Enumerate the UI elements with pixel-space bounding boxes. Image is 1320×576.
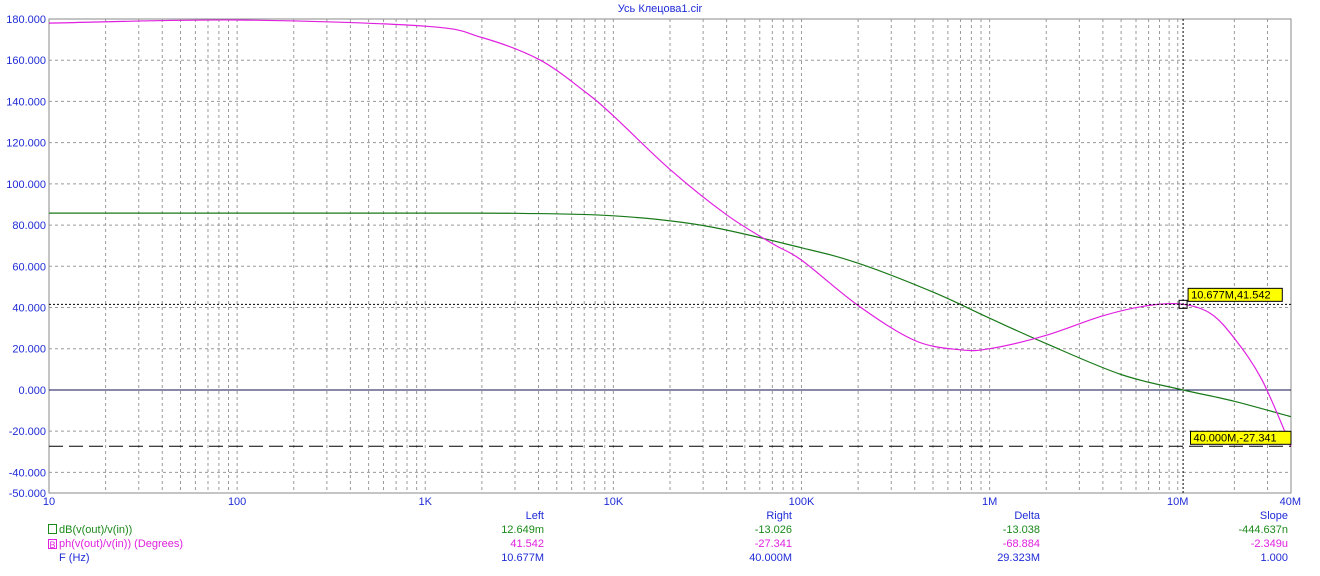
right-cursor-label: 40.000M,-27.341	[1194, 432, 1277, 444]
x-tick-label: 100	[228, 496, 246, 508]
freq-left-value: 10.677M	[501, 552, 544, 564]
y-tick-label: -20.000	[9, 426, 46, 438]
phase-delta-value: -68.884	[1002, 538, 1040, 550]
db-delta-value: -13.038	[1002, 524, 1040, 536]
y-tick-label: 80.000	[12, 220, 46, 232]
left-cursor-label: 10.677M,41.542	[1191, 289, 1271, 301]
y-tick-label: 140.000	[6, 96, 46, 108]
series-db-label: dB(v(out)/v(in))	[59, 524, 133, 536]
x-tick-label: 1M	[982, 496, 997, 508]
series-db-legend[interactable]: dB(v(out)/v(in))	[48, 524, 132, 536]
y-tick-label: 100.000	[6, 179, 46, 191]
window-title: Усь Клецова1.cir	[617, 3, 703, 15]
series-db-marker	[48, 524, 57, 534]
phase-slope-value: -2.349u	[1250, 538, 1288, 550]
freq-slope-value: 1.000	[1260, 552, 1288, 564]
db-slope-value: -444.637n	[1238, 524, 1288, 536]
series-phase-legend[interactable]: Bph(v(out)/v(in)) (Degrees)	[48, 538, 183, 550]
db-left-value: 12.649m	[501, 524, 544, 536]
x-variable-label: F (Hz)	[59, 552, 90, 564]
y-tick-label: 180.000	[6, 14, 46, 26]
y-tick-label: 0.000	[18, 385, 46, 397]
x-tick-label: 40M	[1280, 496, 1301, 508]
x-tick-label: 100K	[789, 496, 815, 508]
header-delta: Delta	[1014, 510, 1040, 522]
phase-left-value: 41.542	[510, 538, 544, 550]
y-tick-label: 160.000	[6, 55, 46, 67]
plot-area[interactable]: 180.000160.000140.000120.000100.00080.00…	[0, 0, 1320, 508]
y-tick-label: -40.000	[9, 467, 46, 479]
y-tick-label: 120.000	[6, 138, 46, 150]
series-phase-marker: B	[48, 539, 57, 550]
y-tick-label: 40.000	[12, 303, 46, 315]
cursor-readout-table: Left Right Delta Slope dB(v(out)/v(in)) …	[0, 508, 1320, 570]
series-phase-label: ph(v(out)/v(in)) (Degrees)	[59, 538, 184, 550]
x-tick-label: 1K	[419, 496, 433, 508]
header-right: Right	[766, 510, 792, 522]
y-tick-label: 20.000	[12, 344, 46, 356]
freq-right-value: 40.000M	[749, 552, 792, 564]
phase-right-value: -27.341	[754, 538, 792, 550]
x-tick-label: 10M	[1167, 496, 1188, 508]
freq-delta-value: 29.323M	[997, 552, 1040, 564]
x-tick-label: 10K	[604, 496, 624, 508]
x-tick-label: 10	[43, 496, 55, 508]
db-right-value: -13.026	[754, 524, 792, 536]
y-tick-label: 60.000	[12, 261, 46, 273]
y-tick-label: -50.000	[9, 488, 46, 500]
header-left: Left	[525, 510, 544, 522]
header-slope: Slope	[1259, 510, 1288, 522]
